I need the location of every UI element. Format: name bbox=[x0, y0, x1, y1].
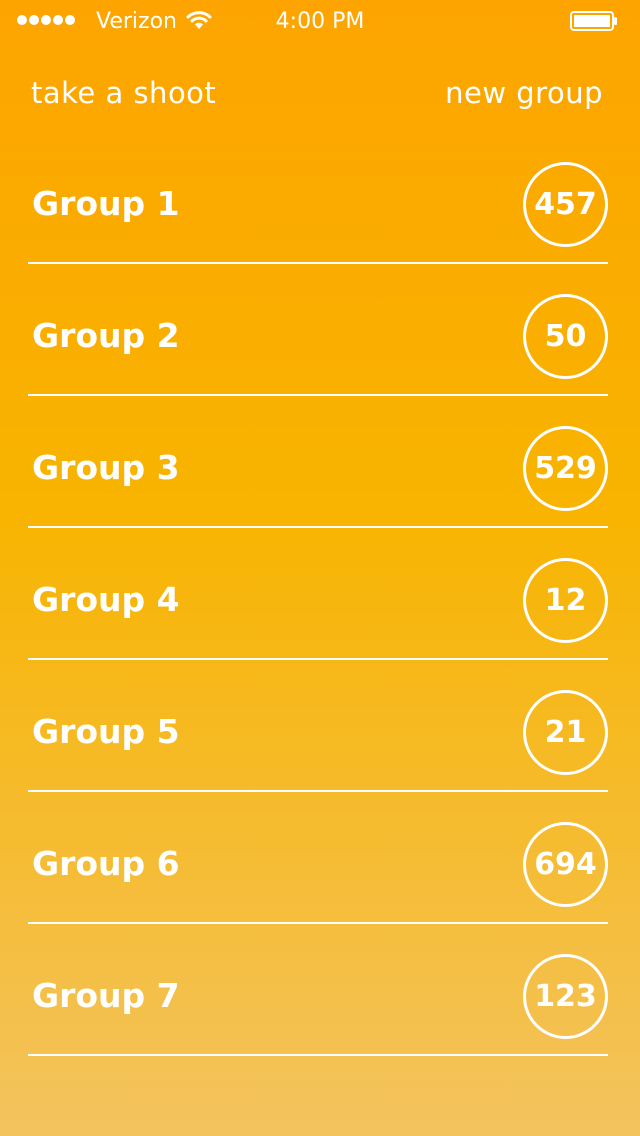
list-item[interactable]: Group 4 12 bbox=[28, 528, 608, 660]
list-item[interactable]: Group 3 529 bbox=[28, 396, 608, 528]
group-label: Group 7 bbox=[32, 976, 180, 1015]
group-count-badge: 529 bbox=[523, 426, 608, 511]
group-label: Group 3 bbox=[32, 448, 180, 487]
group-label: Group 4 bbox=[32, 580, 180, 619]
group-count-badge: 21 bbox=[523, 690, 608, 775]
list-item[interactable]: Group 7 123 bbox=[28, 924, 608, 1056]
group-label: Group 6 bbox=[32, 844, 180, 883]
group-label: Group 1 bbox=[32, 184, 180, 223]
list-item[interactable]: Group 2 50 bbox=[28, 264, 608, 396]
group-count-badge: 694 bbox=[523, 822, 608, 907]
group-count-badge: 50 bbox=[523, 294, 608, 379]
divider bbox=[28, 1054, 608, 1056]
group-label: Group 2 bbox=[32, 316, 180, 355]
group-count-badge: 12 bbox=[523, 558, 608, 643]
group-count-badge: 123 bbox=[523, 954, 608, 1039]
list-item[interactable]: Group 5 21 bbox=[28, 660, 608, 792]
group-label: Group 5 bbox=[32, 712, 180, 751]
list-item[interactable]: Group 6 694 bbox=[28, 792, 608, 924]
list-item[interactable]: Group 1 457 bbox=[28, 132, 608, 264]
group-count-badge: 457 bbox=[523, 162, 608, 247]
group-list: Group 1 457 Group 2 50 Group 3 529 Group… bbox=[0, 0, 640, 1136]
